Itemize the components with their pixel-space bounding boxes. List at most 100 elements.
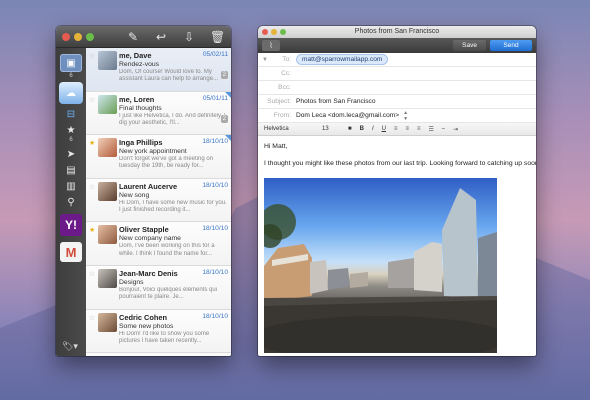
subject-field[interactable]: Subject: Photos from San Francisco — [258, 95, 536, 109]
recipient-token[interactable]: matt@sparrowmailapp.com — [296, 54, 389, 65]
list-item[interactable]: ☆ Jean-Marc Denis 18/10/10 Designs Bonjo… — [86, 265, 231, 310]
list-item[interactable]: ★ Inga Phillips 18/10/10 New york appoin… — [86, 135, 231, 179]
thread-count-badge: 2 — [220, 114, 228, 123]
inbox-window: ✎ ↩ ⇩ 🗑 ▣ 6 ☁ ⊟ ★ 6 ➤ ▤ ▥ ⚲ Y! M 🏷▾ ☆ me… — [56, 26, 231, 356]
align-left-icon[interactable]: ≡ — [394, 126, 398, 132]
message-subject: Final thoughts — [119, 104, 162, 112]
bcc-field[interactable]: Bcc: — [258, 81, 536, 95]
message-subject: Designs — [119, 278, 144, 286]
star-toggle-icon[interactable]: ☆ — [89, 270, 95, 278]
list-item[interactable]: ★ Oliver Stapple 18/10/10 New company na… — [86, 222, 231, 266]
message-subject: Rendez-vous — [119, 61, 160, 68]
star-toggle-icon[interactable]: ☆ — [89, 96, 95, 104]
italic-button[interactable]: I — [372, 126, 374, 132]
thread-count-badge: 2 — [220, 71, 228, 79]
message-preview: Dom, Of course! Would love to. My assist… — [119, 69, 219, 83]
to-field: ▼ To: matt@sparrowmailapp.com — [258, 53, 536, 67]
attachment-icon[interactable]: ⌇ — [262, 40, 280, 51]
avatar — [98, 312, 117, 332]
star-icon[interactable]: ★ — [67, 125, 76, 136]
street-photo — [264, 188, 497, 353]
body-text: I thought you might like these photos fr… — [264, 160, 536, 167]
avatar — [98, 225, 117, 245]
underline-button[interactable]: U — [382, 126, 386, 132]
message-subject: New company name — [119, 235, 181, 243]
message-preview: I just like Helvetica, I do. And definit… — [119, 112, 226, 126]
unread-marker — [225, 135, 231, 142]
message-date: 18/10/10 — [202, 181, 228, 189]
avatar — [98, 138, 117, 158]
drafts-icon[interactable]: ▤ — [66, 165, 75, 176]
message-body[interactable]: Hi Matt, I thought you might like these … — [258, 136, 536, 168]
message-preview: Don't forget we've got a meeting on tues… — [119, 156, 214, 170]
list-item[interactable]: ☆ me, Loren 05/01/11 Final thoughts I ju… — [86, 91, 231, 136]
subject-input[interactable]: Photos from San Francisco — [296, 98, 376, 105]
inbox-titlebar: ✎ ↩ ⇩ 🗑 — [56, 26, 231, 48]
message-subject: New song — [119, 191, 150, 199]
avatar — [98, 268, 117, 288]
star-toggle-icon[interactable]: ★ — [89, 139, 95, 147]
trash-icon[interactable]: 🗑 — [210, 30, 225, 44]
bcc-label: Bcc: — [278, 84, 291, 91]
compose-window: Photos from San Francisco ⌇ Save Send ▼ … — [258, 26, 536, 356]
yahoo-account[interactable]: Y! — [60, 214, 82, 236]
attached-photo[interactable] — [264, 178, 497, 353]
font-size-select[interactable]: 13 — [322, 126, 340, 132]
minimize-button[interactable] — [74, 32, 82, 41]
from-select[interactable]: Dom Leca <dom.leca@gmail.com> ▲ ▼ — [296, 110, 408, 122]
greeting-text: Hi Matt, — [264, 143, 288, 150]
message-list: ☆ me, Dave 05/02/11 Rendez-vous Dom, Of … — [86, 48, 231, 356]
cloud-account[interactable]: ☁ — [59, 82, 83, 104]
bold-button[interactable]: B — [360, 126, 364, 132]
search-icon[interactable]: ⚲ — [67, 197, 74, 208]
chevron-down-icon: ▲ ▼ — [403, 109, 409, 122]
message-preview: Bonjour, Voici quelques éléments qui pou… — [119, 286, 218, 301]
from-label: From: — [273, 112, 291, 119]
from-field: From: Dom Leca <dom.leca@gmail.com> ▲ ▼ — [258, 109, 536, 123]
list-item[interactable]: ☆ Cedric Cohen 18/10/10 Some new photos … — [86, 309, 231, 354]
send-icon[interactable]: ➤ — [67, 149, 75, 160]
avatar — [98, 181, 117, 201]
cc-field[interactable]: Cc: — [258, 67, 536, 81]
account-sidebar: ▣ 6 ☁ ⊟ ★ 6 ➤ ▤ ▥ ⚲ Y! M 🏷▾ — [56, 48, 86, 356]
star-toggle-icon[interactable]: ☆ — [89, 52, 95, 60]
list-item[interactable]: ☆ me, Dave 05/02/11 Rendez-vous Dom, Of … — [86, 48, 231, 92]
message-preview: Hi Dom, I have some new music for you. I… — [119, 199, 227, 213]
archive-icon[interactable]: ⇩ — [182, 30, 196, 44]
zoom-button[interactable] — [86, 32, 94, 41]
subject-label: Subject: — [267, 98, 291, 105]
message-date: 18/10/10 — [202, 312, 228, 320]
indent-icon[interactable]: ⇥ — [453, 126, 458, 133]
from-value: Dom Leca <dom.leca@gmail.com> — [296, 112, 400, 119]
gmail-account[interactable]: M — [60, 242, 82, 262]
inbox-icon[interactable]: ⊟ — [67, 109, 75, 120]
message-date: 05/02/11 — [202, 51, 228, 58]
star-toggle-icon[interactable]: ☆ — [89, 183, 95, 191]
tag-icon[interactable]: 🏷▾ — [62, 341, 78, 352]
trash-folder-icon[interactable]: ▥ — [66, 181, 75, 192]
window-title: Photos from San Francisco — [354, 28, 440, 35]
save-button[interactable]: Save — [453, 40, 486, 51]
close-button[interactable] — [62, 32, 70, 41]
message-subject: Some new photos — [119, 322, 174, 330]
star-toggle-icon[interactable]: ☆ — [89, 314, 95, 322]
format-toolbar: Helvetica 13 ■ B I U ≡ ≡ ≡ ☰ ⎯ ⇥ — [258, 123, 536, 136]
list-item[interactable]: ☆ Laurent Aucerve 18/10/10 New song Hi D… — [86, 178, 231, 223]
font-select[interactable]: Helvetica — [264, 126, 314, 132]
message-subject: New york appointment — [119, 148, 187, 156]
align-right-icon[interactable]: ≡ — [417, 126, 421, 132]
message-preview: Dom, I've been working on this for a whi… — [119, 243, 215, 257]
message-preview: Hi Dom! I'd like to show you some pictur… — [119, 330, 210, 344]
text-color-icon[interactable]: ■ — [348, 126, 352, 132]
align-center-icon[interactable]: ≡ — [406, 126, 410, 132]
bullet-list-icon[interactable]: ☰ — [429, 126, 434, 133]
compose-icon[interactable]: ✎ — [126, 30, 140, 44]
send-button[interactable]: Send — [490, 40, 532, 51]
avatar — [98, 51, 117, 70]
horizontal-rule-icon[interactable]: ⎯ — [442, 126, 445, 133]
unified-inbox-account[interactable]: ▣ — [60, 54, 82, 72]
reply-icon[interactable]: ↩ — [154, 30, 168, 44]
star-toggle-icon[interactable]: ★ — [89, 226, 95, 234]
disclosure-triangle-icon[interactable]: ▼ — [262, 57, 268, 63]
account-count: 6 — [69, 73, 73, 79]
